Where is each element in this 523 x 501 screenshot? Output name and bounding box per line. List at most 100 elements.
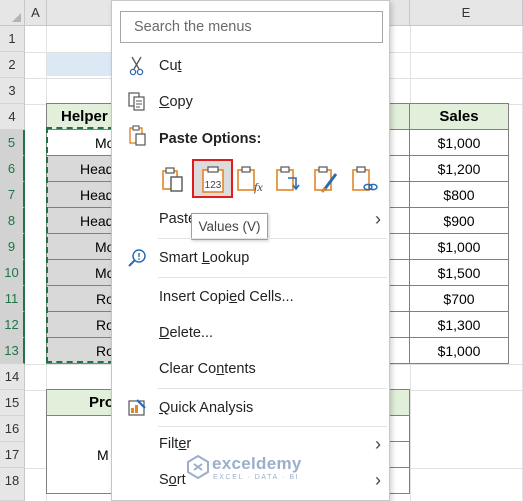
row-number: 4 [8, 109, 16, 124]
menu-item-cut[interactable]: Cut [113, 49, 389, 83]
sales-value: $1,000 [437, 134, 481, 151]
lower-cell-right[interactable] [388, 467, 410, 494]
column-d-header-cell[interactable] [388, 103, 410, 130]
row-header-10[interactable]: 10 [0, 260, 25, 286]
paste-transpose-icon[interactable] [272, 164, 304, 196]
paste-link-icon[interactable] [348, 164, 380, 196]
paste-formatting-icon[interactable] [310, 164, 342, 196]
row-number: 11 [4, 291, 19, 306]
column-d-cell[interactable] [388, 337, 410, 364]
column-header-a-label: A [31, 5, 40, 20]
watermark-brand: exceldemy [212, 454, 302, 473]
row-number: 5 [7, 135, 16, 150]
menu-item-delete[interactable]: Delete... [113, 316, 389, 350]
sales-header-cell[interactable]: Sales [409, 103, 509, 130]
column-header-e[interactable]: E [410, 0, 523, 26]
svg-text:fx: fx [254, 180, 263, 194]
sales-value: $1,000 [437, 238, 481, 255]
menu-item-smart-lookup-label: Smart Lookup [159, 250, 250, 266]
sales-cell[interactable]: $800 [409, 181, 509, 208]
sales-value: $800 [443, 186, 475, 203]
column-header-e-label: E [461, 5, 471, 20]
column-d-cell[interactable] [388, 311, 410, 338]
lower-cell-right[interactable] [388, 415, 410, 442]
row-header-4[interactable]: 4 [0, 104, 25, 130]
helper-cell[interactable]: Head [46, 181, 114, 208]
column-d-cell[interactable] [388, 285, 410, 312]
row-number: 17 [4, 447, 20, 462]
sales-cell[interactable]: $1,000 [409, 129, 509, 156]
row-header-8[interactable]: 8 [0, 208, 25, 234]
column-d-cell[interactable] [388, 181, 410, 208]
row-header-16[interactable]: 16 [0, 416, 25, 442]
menu-item-delete-label: Delete... [159, 325, 214, 341]
helper-cell[interactable]: Ro [46, 337, 114, 364]
row-number: 16 [4, 421, 20, 436]
product-merged-cell[interactable]: M [46, 415, 114, 494]
helper-header-text: Helper [61, 108, 108, 125]
column-d-cell[interactable] [388, 129, 410, 156]
row-header-15[interactable]: 15 [0, 390, 25, 416]
product-header-cell[interactable]: Pro [46, 389, 114, 416]
paste-formulas-icon[interactable]: fx [234, 164, 266, 196]
chevron-right-icon: › [375, 470, 381, 490]
lower-cell-right[interactable] [388, 441, 410, 468]
row-header-3[interactable]: 3 [0, 78, 25, 104]
column-d-cell[interactable] [388, 233, 410, 260]
menu-item-smart-lookup[interactable]: Smart Lookup [113, 241, 389, 275]
helper-cell[interactable]: Ro [46, 311, 114, 338]
menu-search-input[interactable]: Search the menus [120, 11, 383, 43]
row-header-5[interactable]: 5 [0, 130, 25, 156]
row-header-14[interactable]: 14 [0, 364, 25, 390]
helper-header-cell[interactable]: Helper [46, 103, 114, 130]
menu-item-clear-contents[interactable]: Clear Contents [113, 352, 389, 386]
column-d-cell[interactable] [388, 207, 410, 234]
lower-header-cell-right[interactable] [388, 389, 410, 416]
row-header-2[interactable]: 2 [0, 52, 25, 78]
chevron-right-icon: › [375, 209, 381, 229]
column-header-a[interactable]: A [25, 0, 47, 26]
menu-separator [158, 277, 387, 278]
menu-separator [158, 238, 387, 239]
helper-cell[interactable]: Ro [46, 285, 114, 312]
helper-cell[interactable]: Mo [46, 259, 114, 286]
row-header-13[interactable]: 13 [0, 338, 25, 364]
row-number: 13 [4, 343, 19, 358]
sales-value: $900 [443, 212, 475, 229]
sales-cell[interactable]: $1,000 [409, 337, 509, 364]
row-header-12[interactable]: 12 [0, 312, 25, 338]
helper-cell[interactable]: Mo [46, 129, 114, 156]
column-d-cell[interactable] [388, 259, 410, 286]
sales-cell[interactable]: $700 [409, 285, 509, 312]
menu-item-quick-analysis[interactable]: Quick Analysis [113, 391, 389, 425]
sales-cell[interactable]: $1,300 [409, 311, 509, 338]
row-number: 14 [4, 369, 20, 384]
row-number: 3 [8, 83, 16, 98]
column-header-b[interactable] [47, 0, 114, 26]
paste-values-icon[interactable]: 123 [197, 164, 229, 196]
row-header-11[interactable]: 11 [0, 286, 25, 312]
row-header-9[interactable]: 9 [0, 234, 25, 260]
sales-value: $1,000 [437, 342, 481, 359]
menu-item-insert-copied-cells[interactable]: Insert Copied Cells... [113, 280, 389, 314]
sales-header-text: Sales [439, 108, 479, 125]
menu-item-copy[interactable]: Copy [113, 85, 389, 119]
sales-value: $1,500 [437, 264, 481, 281]
row-header-7[interactable]: 7 [0, 182, 25, 208]
watermark-subtitle: EXCEL · DATA · BI [213, 474, 300, 481]
select-all-corner[interactable] [0, 0, 25, 26]
sales-cell[interactable]: $1,000 [409, 233, 509, 260]
helper-cell[interactable]: Head [46, 207, 114, 234]
helper-cell[interactable]: Mo [46, 233, 114, 260]
row-header-18[interactable]: 18 [0, 468, 25, 501]
sales-cell[interactable]: $900 [409, 207, 509, 234]
sales-cell[interactable]: $1,500 [409, 259, 509, 286]
column-d-cell[interactable] [388, 155, 410, 182]
row-header-17[interactable]: 17 [0, 442, 25, 468]
row-header-6[interactable]: 6 [0, 156, 25, 182]
row-header-1[interactable]: 1 [0, 26, 25, 52]
column-header-d[interactable] [390, 0, 410, 26]
helper-cell[interactable]: Head [46, 155, 114, 182]
sales-cell[interactable]: $1,200 [409, 155, 509, 182]
paste-icon[interactable] [157, 164, 189, 196]
